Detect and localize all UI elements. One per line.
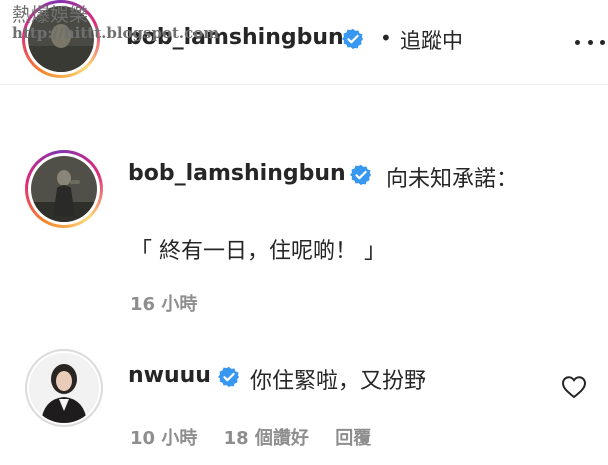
comment-username[interactable]: nwuuu: [128, 363, 211, 388]
caption-avatar[interactable]: [25, 150, 103, 228]
watermark-url: http://hittt.blogspot.com: [12, 23, 220, 42]
comment-timestamp[interactable]: 10 小時: [130, 428, 197, 449]
caption-text-line2: 「 終有一日，住呢啲！ 」: [130, 239, 386, 264]
caption-timestamp[interactable]: 16 小時: [130, 290, 197, 316]
comment-meta: 10 小時 18 個讚好 回覆: [130, 424, 391, 450]
heart-icon[interactable]: [561, 375, 587, 399]
verified-badge-icon: [218, 366, 240, 392]
verified-badge-icon: [350, 164, 372, 190]
watermark: 熱爆娛樂 http://hittt.blogspot.com: [12, 4, 220, 42]
caption-username[interactable]: bob_lamshingbun: [128, 161, 346, 186]
comment-avatar[interactable]: [25, 349, 103, 427]
comment-likes[interactable]: 18 個讚好: [224, 428, 309, 449]
caption-text-line1: 向未知承諾：: [386, 167, 519, 192]
separator-dot: •: [380, 26, 392, 50]
comment-text: 你住緊啦，又扮野: [250, 369, 427, 394]
watermark-title: 熱爆娛樂: [12, 4, 89, 26]
follow-status-button[interactable]: 追蹤中: [400, 25, 463, 55]
reply-button[interactable]: 回覆: [335, 428, 371, 449]
verified-badge-icon: [342, 28, 364, 54]
more-options-icon[interactable]: [575, 32, 605, 52]
